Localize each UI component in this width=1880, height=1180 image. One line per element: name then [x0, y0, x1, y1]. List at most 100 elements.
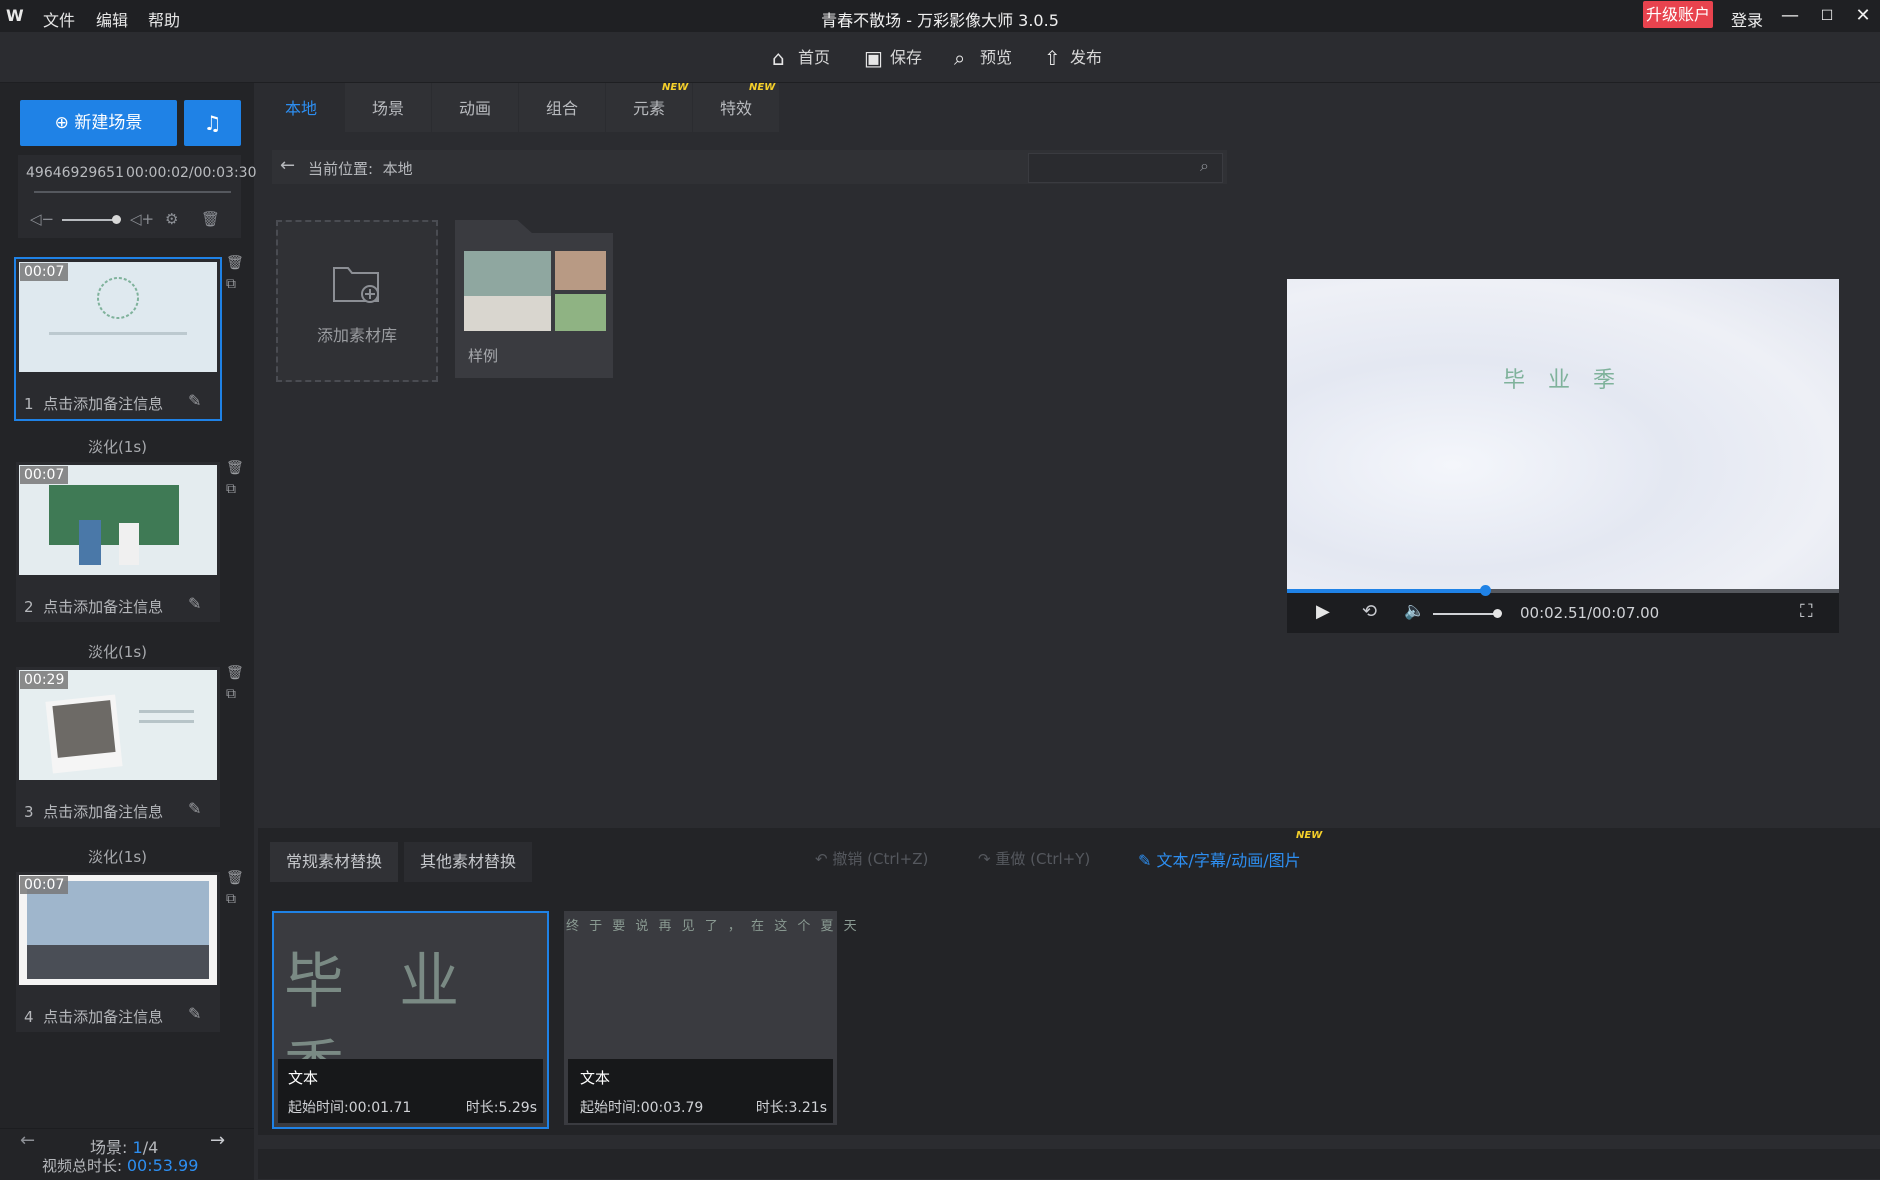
edit-text-link[interactable]: ✎ 文本/字幕/动画/图片 [1138, 847, 1301, 871]
music-volume-knob[interactable] [112, 215, 121, 224]
trash-icon[interactable]: 🗑 [226, 870, 244, 886]
card-start-time: 起始时间:00:01.71 [288, 1100, 412, 1116]
add-library-label: 添加素材库 [316, 326, 397, 345]
scene-duration: 00:29 [20, 671, 69, 689]
search-icon[interactable]: ⌕ [1200, 156, 1209, 176]
scene-item-3[interactable]: 00:29 3 点击添加备注信息 ✎ [16, 667, 220, 827]
trash-icon[interactable]: 🗑 [226, 665, 244, 681]
tab-combo[interactable]: 组合 [519, 83, 605, 132]
trash-icon[interactable]: 🗑 [226, 255, 244, 271]
trash-icon[interactable]: 🗑 [201, 210, 220, 228]
upgrade-button[interactable]: 升级账户 [1643, 1, 1713, 28]
arrow-right-icon[interactable]: → [210, 1130, 225, 1151]
card-type: 文本 [580, 1069, 611, 1087]
sample-folder[interactable]: 样例 [455, 233, 613, 378]
volume-knob[interactable] [1493, 609, 1502, 618]
replay-icon[interactable]: ⟲ [1362, 601, 1377, 622]
scene-note[interactable]: 2 点击添加备注信息 [24, 596, 163, 617]
tab-local[interactable]: 本地 [258, 83, 344, 132]
new-badge: NEW [749, 82, 776, 93]
pencil-icon[interactable]: ✎ [188, 594, 201, 613]
gear-icon[interactable]: ⚙ [165, 210, 178, 228]
text-material-card[interactable]: 终 于 要 说 再 见 了 ， 在 这 个 夏 天 文本 起始时间:00:03.… [564, 911, 857, 1125]
total-duration-value: 00:53.99 [126, 1156, 199, 1175]
undo-icon: ↶ [815, 850, 833, 868]
redo-label: 重做 (Ctrl+Y) [995, 850, 1091, 868]
save-icon: ▣ [864, 46, 883, 70]
copy-icon[interactable]: ⧉ [226, 686, 236, 702]
music-volume-slider[interactable] [62, 219, 118, 221]
publish-button[interactable]: ⇧ 发布 [1044, 44, 1102, 70]
toolbar [0, 32, 1880, 83]
redo-button[interactable]: ↷ 重做 (Ctrl+Y) [978, 848, 1090, 869]
card-start-time: 起始时间:00:03.79 [580, 1100, 704, 1116]
scene-note[interactable]: 1 点击添加备注信息 [24, 393, 163, 414]
pencil-icon[interactable]: ✎ [188, 799, 201, 818]
minimize-button[interactable]: — [1778, 4, 1802, 28]
copy-icon[interactable]: ⧉ [226, 891, 236, 907]
add-library-button[interactable]: 添加素材库 [276, 220, 438, 382]
preview-canvas[interactable] [1287, 279, 1839, 589]
scene-note-text: 点击添加备注信息 [43, 1008, 164, 1026]
scene-item-4[interactable]: 00:07 4 点击添加备注信息 ✎ [16, 872, 220, 1032]
new-badge: NEW [1296, 830, 1323, 841]
playback-knob[interactable] [1479, 585, 1491, 596]
total-duration: 视频总时长: 00:53.99 [42, 1155, 198, 1176]
transition-label[interactable]: 淡化(1s) [0, 846, 235, 867]
tab-regular-replace[interactable]: 常规素材替换 [270, 842, 398, 882]
undo-button[interactable]: ↶ 撤销 (Ctrl+Z) [815, 848, 928, 869]
scene-number: 3 [24, 803, 34, 821]
undo-label: 撤销 (Ctrl+Z) [832, 850, 929, 868]
scene-duration: 00:07 [20, 466, 69, 484]
card-preview-text: 终 于 要 说 再 见 了 ， 在 这 个 夏 天 [566, 919, 860, 934]
scene-item-1[interactable]: 00:07 1 点击添加备注信息 ✎ [14, 257, 222, 421]
music-progress-bar[interactable] [34, 191, 231, 193]
scene-item-2[interactable]: 00:07 2 点击添加备注信息 ✎ [16, 462, 220, 622]
music-list-icon: ♫ [203, 111, 222, 135]
edit-text-link-label: 文本/字幕/动画/图片 [1156, 851, 1301, 870]
arrow-left-icon[interactable]: ← [20, 1130, 35, 1151]
scene-note[interactable]: 4 点击添加备注信息 [24, 1006, 163, 1027]
new-badge: NEW [662, 82, 689, 93]
play-icon[interactable]: ▶ [1316, 601, 1330, 622]
breadcrumb-current: 本地 [382, 160, 413, 178]
scene-number: 1 [24, 395, 34, 413]
preview-label: 预览 [980, 48, 1013, 67]
trash-icon[interactable]: 🗑 [226, 460, 244, 476]
save-button[interactable]: ▣ 保存 [864, 44, 922, 70]
maximize-button[interactable]: ☐ [1815, 4, 1839, 28]
copy-icon[interactable]: ⧉ [226, 276, 236, 292]
close-button[interactable]: ✕ [1851, 4, 1875, 28]
transition-label[interactable]: 淡化(1s) [0, 641, 235, 662]
volume-icon[interactable]: 🔈 [1404, 601, 1425, 621]
tab-scene[interactable]: 场景 [345, 83, 431, 132]
music-button[interactable]: ♫ [184, 100, 241, 146]
new-scene-button[interactable]: ⊕ 新建场景 [20, 100, 177, 146]
preview-title-text: 毕 业 季 [1503, 368, 1623, 393]
card-info: 文本 起始时间:00:01.71 时长:5.29s [278, 1059, 543, 1123]
copy-icon[interactable]: ⧉ [226, 481, 236, 497]
pencil-icon[interactable]: ✎ [188, 391, 201, 410]
tab-animation[interactable]: 动画 [432, 83, 518, 132]
total-duration-label: 视频总时长: [42, 1157, 123, 1175]
volume-slider[interactable] [1433, 613, 1499, 615]
card-type: 文本 [288, 1069, 319, 1087]
back-arrow-icon[interactable]: ← [280, 155, 295, 176]
tab-other-replace[interactable]: 其他素材替换 [404, 842, 532, 882]
sample-thumbnails [464, 251, 606, 331]
search-input[interactable] [1028, 153, 1223, 183]
transition-label[interactable]: 淡化(1s) [0, 436, 235, 457]
card-length: 时长:5.29s [465, 1100, 537, 1116]
horizontal-scrollbar[interactable] [258, 1135, 1880, 1149]
text-material-card[interactable]: 毕 业 季 文本 起始时间:00:01.71 时长:5.29s [272, 911, 549, 1129]
volume-up-icon[interactable]: ◁+ [130, 210, 154, 228]
preview-button[interactable]: ⌕ 预览 [954, 44, 1012, 70]
pencil-icon[interactable]: ✎ [188, 1004, 201, 1023]
fullscreen-icon[interactable]: ⛶ [1800, 601, 1813, 622]
login-button[interactable]: 登录 [1731, 7, 1763, 31]
playback-progress-fill [1287, 589, 1486, 593]
volume-down-icon[interactable]: ◁− [30, 210, 54, 228]
home-button[interactable]: ⌂ 首页 [772, 44, 830, 70]
scene-note[interactable]: 3 点击添加备注信息 [24, 801, 163, 822]
card-info: 文本 起始时间:00:03.79 时长:3.21s [568, 1059, 833, 1123]
